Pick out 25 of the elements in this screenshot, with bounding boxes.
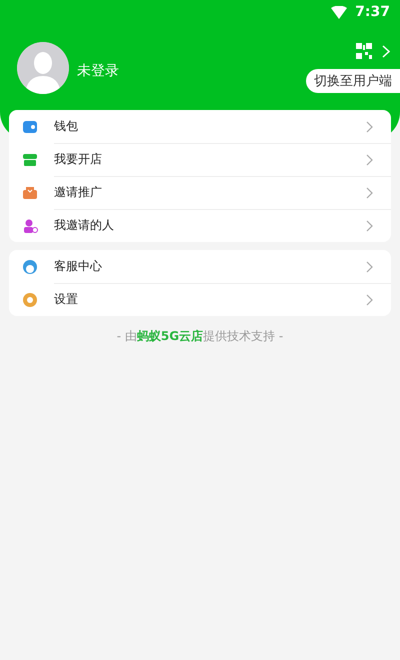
menu-label: 设置 bbox=[54, 291, 79, 308]
menu-label: 我要开店 bbox=[54, 151, 103, 168]
clock: 7:37 bbox=[355, 4, 390, 20]
menu-item[interactable]: 我要开店 bbox=[9, 143, 391, 176]
chevron-icon bbox=[366, 120, 373, 132]
menu-item[interactable]: 设置 bbox=[9, 283, 391, 316]
menu-label: 我邀请的人 bbox=[54, 217, 115, 234]
menu-item[interactable]: 客服中心 bbox=[9, 250, 391, 283]
switch-role-button[interactable]: 切换至用户端 bbox=[306, 69, 400, 93]
menu-item[interactable]: 钱包 bbox=[9, 110, 391, 143]
chevron-icon bbox=[366, 260, 373, 272]
menu-item[interactable]: 邀请推广 bbox=[9, 176, 391, 209]
chevron-icon bbox=[366, 220, 373, 232]
menu-label: 钱包 bbox=[54, 118, 79, 135]
menu-item[interactable]: 我邀请的人 bbox=[9, 209, 391, 242]
wifi-icon bbox=[331, 6, 348, 18]
chevron-icon bbox=[366, 154, 373, 166]
footer-credit: - 由蚂蚁5G云店提供技术支持 - bbox=[116, 328, 284, 345]
avatar[interactable] bbox=[17, 42, 69, 94]
menu-label: 客服中心 bbox=[54, 258, 103, 275]
qr-code-icon[interactable] bbox=[356, 43, 372, 59]
menu-label: 邀请推广 bbox=[54, 184, 103, 201]
chevron-icon[interactable] bbox=[382, 44, 390, 58]
chevron-icon bbox=[366, 186, 373, 198]
chevron-icon bbox=[366, 294, 373, 306]
